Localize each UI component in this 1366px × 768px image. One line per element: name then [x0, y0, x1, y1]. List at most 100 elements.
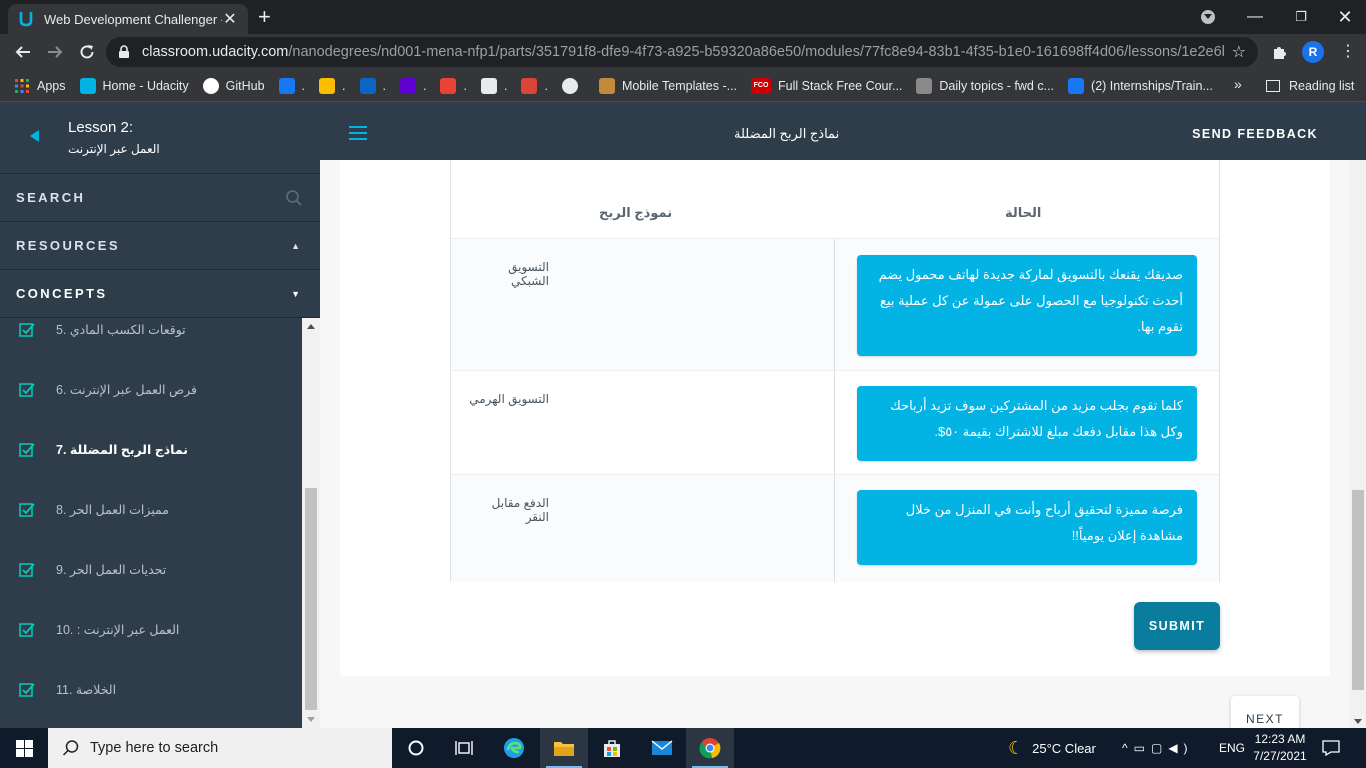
- sidebar-scrollbar[interactable]: [302, 318, 320, 728]
- next-button[interactable]: NEXT: [1231, 696, 1299, 728]
- model-answer[interactable]: التسويق الهرمي: [469, 392, 549, 406]
- arrow-left-icon: [15, 46, 30, 58]
- bookmark-item[interactable]: .: [319, 77, 346, 94]
- new-tab-button[interactable]: +: [258, 6, 271, 28]
- bookmark-label: .: [423, 78, 427, 93]
- outlook-icon: [359, 77, 376, 94]
- concept-item[interactable]: نماذج الربح المضللة .7: [0, 420, 302, 480]
- language-indicator[interactable]: ENG: [1219, 728, 1245, 768]
- tab-close-icon[interactable]: ✕: [222, 9, 238, 29]
- extensions-puzzle-icon[interactable]: [1271, 43, 1289, 61]
- bookmark-item[interactable]: .: [521, 77, 548, 94]
- address-bar[interactable]: classroom.udacity.com/nanodegrees/nd001-…: [106, 37, 1258, 67]
- scroll-down-icon[interactable]: [1354, 719, 1362, 724]
- bookmark-star-icon[interactable]: ☆: [1232, 42, 1246, 62]
- lock-icon: [118, 45, 132, 59]
- bookmark-item[interactable]: Daily topics - fwd c...: [916, 77, 1054, 94]
- bookmarks-overflow-button[interactable]: »: [1234, 76, 1242, 92]
- case-card[interactable]: صديقك يقنعك بالتسويق لماركة جديدة لهاتف …: [857, 255, 1197, 356]
- profile-avatar[interactable]: R: [1302, 41, 1324, 63]
- cortana-button[interactable]: [392, 728, 440, 768]
- hamburger-menu-icon[interactable]: [349, 126, 367, 140]
- bookmark-item[interactable]: GitHub: [202, 77, 265, 94]
- send-feedback-button[interactable]: SEND FEEDBACK: [1192, 127, 1318, 141]
- notifications-button[interactable]: [1322, 728, 1340, 768]
- case-card[interactable]: كلما تقوم بجلب مزيد من المشتركين سوف تزي…: [857, 386, 1197, 461]
- browser-tab[interactable]: Web Development Challenger - U ✕: [8, 4, 248, 34]
- concept-item[interactable]: فرص العمل عبر الإنترنت .6: [0, 360, 302, 420]
- taskbar-mail[interactable]: [638, 728, 686, 768]
- bookmark-item[interactable]: Home - Udacity: [79, 77, 189, 94]
- taskbar-store[interactable]: [588, 728, 636, 768]
- checkbox-check-icon: [19, 443, 35, 457]
- more-menu-icon[interactable]: ⋮: [1340, 41, 1356, 61]
- bookmark-item[interactable]: .: [440, 77, 467, 94]
- concept-item[interactable]: الخلاصة .11: [0, 660, 302, 720]
- scroll-up-icon[interactable]: [307, 324, 315, 329]
- bookmark-item[interactable]: .: [359, 77, 386, 94]
- chevron-up-icon[interactable]: ^: [1122, 741, 1134, 755]
- tab-strip: Web Development Challenger - U ✕ + — ❐ ✕: [0, 0, 1366, 34]
- page-scroll-thumb[interactable]: [1352, 490, 1364, 690]
- bookmark-label: Full Stack Free Cour...: [778, 78, 903, 93]
- scroll-down-icon[interactable]: [307, 717, 315, 722]
- concept-label: فرص العمل عبر الإنترنت .6: [56, 383, 197, 397]
- taskbar-edge[interactable]: [490, 728, 538, 768]
- case-card[interactable]: فرصة مميزة لتحقيق أرباح وأنت في المنزل م…: [857, 490, 1197, 565]
- reading-list-button[interactable]: Reading list: [1266, 70, 1354, 102]
- back-button[interactable]: [12, 41, 34, 63]
- bookmark-item[interactable]: Mobile Templates -...: [598, 77, 737, 94]
- tab-title: Web Development Challenger - U: [44, 11, 222, 27]
- restore-button[interactable]: ❐: [1278, 0, 1324, 34]
- page-scrollbar[interactable]: [1350, 160, 1366, 728]
- task-view-button[interactable]: [440, 728, 488, 768]
- bookmark-item[interactable]: .: [480, 77, 508, 94]
- tab-search-button[interactable]: [1196, 0, 1220, 34]
- network-icon[interactable]: ▭: [1134, 741, 1151, 755]
- volume-icon[interactable]: ◀): [1168, 741, 1193, 755]
- forward-button[interactable]: [44, 41, 66, 63]
- search-label: SEARCH: [16, 190, 86, 205]
- bookmark-item[interactable]: Apps: [14, 78, 66, 94]
- concept-item[interactable]: تحديات العمل الحر .9: [0, 540, 302, 600]
- back-triangle-icon[interactable]: [30, 130, 39, 142]
- taskbar-chrome[interactable]: [686, 728, 734, 768]
- sidebar-search[interactable]: SEARCH: [0, 174, 320, 222]
- lesson-header[interactable]: Lesson 2: العمل عبر الإنترنت: [0, 102, 320, 174]
- taskbar-search-box[interactable]: Type here to search: [48, 728, 392, 768]
- bookmark-item[interactable]: [561, 77, 585, 94]
- concept-item[interactable]: مميزات العمل الحر .8: [0, 480, 302, 540]
- concept-item[interactable]: توقعات الكسب المادي .5: [0, 318, 302, 360]
- taskbar-clock[interactable]: 12:23 AM 7/27/2021: [1252, 731, 1308, 765]
- bookmark-item[interactable]: FCO Full Stack Free Cour...: [751, 77, 903, 94]
- bookmark-item[interactable]: .: [278, 77, 306, 94]
- concept-item[interactable]: العمل عبر الإنترنت : .10: [0, 600, 302, 660]
- minimize-button[interactable]: —: [1232, 0, 1278, 34]
- windows-start-button[interactable]: [0, 728, 48, 768]
- facebook-icon: [1068, 77, 1085, 94]
- reading-list-label: Reading list: [1289, 79, 1355, 93]
- sidebar-scroll-thumb[interactable]: [305, 488, 317, 710]
- model-answer[interactable]: الدفع مقابل النقر: [469, 496, 549, 524]
- display-icon[interactable]: ▢: [1151, 741, 1168, 755]
- sidebar-concepts[interactable]: CONCEPTS ▼: [0, 270, 320, 318]
- bookmarks-bar: Apps Home - Udacity GitHub....... Mobile Te…: [0, 70, 1366, 102]
- concept-label: مميزات العمل الحر .8: [56, 503, 169, 517]
- lesson-name: العمل عبر الإنترنت: [68, 142, 160, 156]
- bookmark-item[interactable]: (2) Internships/Train...: [1068, 77, 1213, 94]
- lesson-number: Lesson 2:: [68, 119, 134, 136]
- submit-button[interactable]: SUBMIT: [1134, 602, 1220, 650]
- model-answer[interactable]: التسويق الشبكي: [469, 260, 549, 288]
- quiz-row: الدفع مقابل النقر فرصة مميزة لتحقيق أربا…: [451, 474, 1219, 582]
- bookmark-item[interactable]: .: [400, 77, 427, 94]
- weather-widget[interactable]: ☾ 25°C Clear: [1008, 728, 1096, 768]
- system-tray-icons[interactable]: ^ ▭ ▢ ◀): [1122, 728, 1194, 768]
- bookmark-label: .: [503, 78, 508, 93]
- sidebar-resources[interactable]: RESOURCES ▲: [0, 222, 320, 270]
- close-window-button[interactable]: ✕: [1324, 0, 1366, 34]
- topics-icon: [916, 77, 933, 94]
- taskbar-file-explorer[interactable]: [540, 728, 588, 768]
- bookmark-label: .: [301, 78, 306, 93]
- reload-button[interactable]: [76, 41, 98, 63]
- clock-time: 12:23 AM: [1254, 732, 1306, 746]
